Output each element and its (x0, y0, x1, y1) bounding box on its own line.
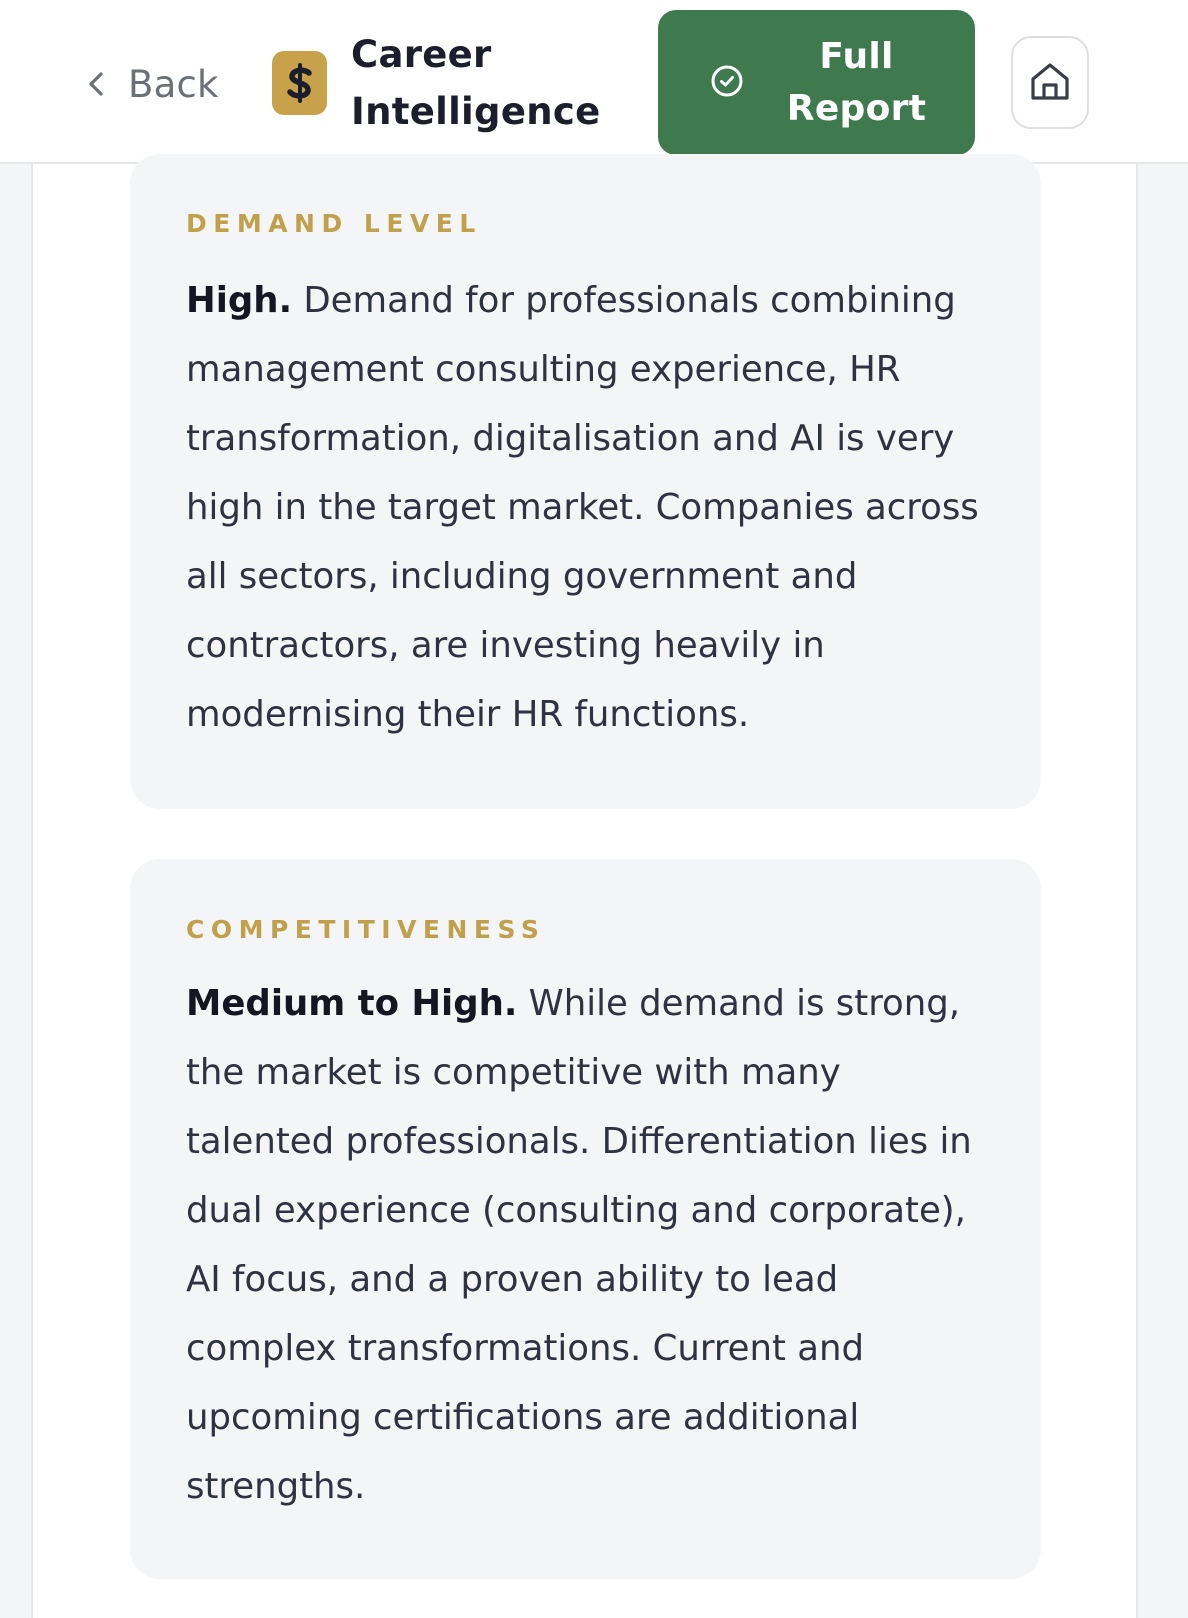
full-report-button[interactable]: Full Report (658, 10, 975, 155)
dollar-sign-icon (272, 51, 327, 115)
card-description: Demand for professionals combining manag… (186, 280, 979, 735)
competitiveness-card: COMPETITIVENESS Medium to High. While de… (130, 859, 1041, 1579)
card-text: High. Demand for professionals combining… (186, 266, 996, 749)
screen: Back Career Intelligence Full Report DEM… (0, 0, 1188, 1618)
card-heading: DEMAND LEVEL (186, 209, 482, 238)
content-panel: DEMAND LEVEL High. Demand for profession… (31, 154, 1138, 1618)
back-button[interactable]: Back (86, 56, 219, 112)
home-button[interactable] (1011, 36, 1089, 129)
card-lead: Medium to High. (186, 983, 518, 1024)
app-title: Career Intelligence (351, 33, 601, 133)
card-lead: High. (186, 280, 293, 321)
chevron-left-icon (86, 69, 106, 99)
demand-level-card: DEMAND LEVEL High. Demand for profession… (130, 154, 1041, 809)
back-label: Back (128, 62, 219, 106)
card-description: While demand is strong, the market is co… (186, 983, 972, 1507)
card-text: Medium to High. While demand is strong, … (186, 969, 996, 1521)
full-report-label: Full Report (786, 35, 927, 129)
check-circle-icon (710, 64, 744, 102)
top-bar: Back Career Intelligence Full Report (0, 0, 1188, 164)
card-heading: COMPETITIVENESS (186, 915, 546, 944)
home-icon (1028, 59, 1072, 107)
